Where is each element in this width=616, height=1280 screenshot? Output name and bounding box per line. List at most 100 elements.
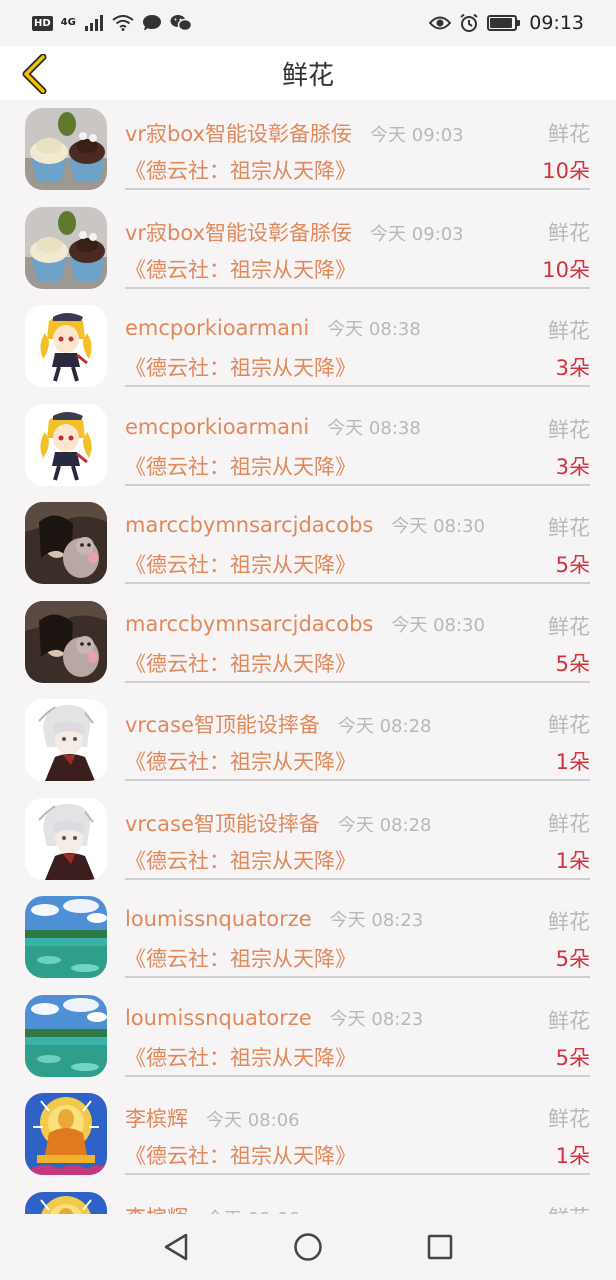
gift-type: 鲜花 <box>548 811 590 836</box>
nav-back-button[interactable] <box>156 1227 196 1267</box>
avatar[interactable] <box>25 797 107 880</box>
name-line: vrcase智顶能设摔备 今天 08:28 <box>125 709 431 739</box>
book-title[interactable]: 《德云社：祖宗从天降》 <box>125 845 356 875</box>
user-name[interactable]: 李槟辉 <box>125 1202 188 1215</box>
name-line: 李槟辉今天 08:06 <box>125 1103 300 1133</box>
avatar-image <box>25 600 107 683</box>
gift-count: 10朵 <box>542 159 590 183</box>
timestamp: 今天 09:03 <box>370 223 464 245</box>
gift-count: 1朵 <box>555 1144 590 1168</box>
name-line: vr寂box智能设彰备脎佞 今天 09:03 <box>125 217 464 247</box>
signal-icon <box>84 15 103 31</box>
list-item[interactable]: loumissnquatorze 今天 08:23 鲜花 《德云社：祖宗从天降》 5朵 <box>0 987 616 1086</box>
list-item[interactable]: emcporkioarmani 今天 08:38 鲜花《德云社：祖宗从天降》 3朵 <box>0 297 616 396</box>
user-name[interactable]: marccbymnsarcjdacobs <box>125 513 373 537</box>
header: 鲜花 <box>0 46 616 100</box>
avatar[interactable] <box>25 896 107 978</box>
gift-type: 鲜花 <box>548 1202 590 1215</box>
name-line: loumissnquatorze 今天 08:23 <box>125 1005 423 1031</box>
avatar-image <box>25 797 107 880</box>
gift-count: 5朵 <box>555 651 590 676</box>
user-name[interactable]: vrcase智顶能设摔备 <box>125 709 320 739</box>
list-item[interactable]: emcporkioarmani 今天 08:38 鲜花 《德云社：祖宗从天降》 3朵 <box>0 396 616 495</box>
gift-type: 鲜花 <box>548 614 590 639</box>
timestamp: 今天 08:28 <box>337 814 432 836</box>
book-title[interactable]: 《德云社：祖宗从天降》 <box>125 1140 356 1170</box>
flower-gift-list[interactable]: vr寂box智能设彰备脎佞 今天 09:03 鲜花 《德云社：祖宗从天降》 10朵 vr寂… <box>0 100 616 1214</box>
list-item[interactable]: vr寂box智能设彰备脎佞 今天 09:03 鲜花 《德云社：祖宗从天降》 10朵 <box>0 199 616 298</box>
avatar-image <box>25 1191 107 1214</box>
user-name[interactable]: 李槟辉 <box>125 1103 188 1133</box>
timestamp: 今天 08:06 <box>206 1205 300 1215</box>
list-item[interactable]: marccbymnsarcjdacobs 今天 08:30 鲜花《德云社：祖宗从天降… <box>0 593 616 692</box>
gift-type: 鲜花 <box>548 122 590 146</box>
avatar[interactable] <box>25 502 107 584</box>
user-name[interactable]: loumissnquatorze <box>125 1006 312 1030</box>
user-name[interactable]: vrcase智顶能设摔备 <box>125 808 320 838</box>
back-chevron-icon <box>22 54 47 94</box>
nav-home-button[interactable] <box>288 1227 328 1267</box>
list-item[interactable]: vrcase智顶能设摔备 今天 08:28 鲜花 《德云社：祖宗从天降》 1朵 <box>0 790 616 889</box>
avatar[interactable] <box>25 994 107 1077</box>
list-item[interactable]: vrcase智顶能设摔备 今天 08:28 鲜花 《德云社：祖宗从天降》 1朵 <box>0 691 616 790</box>
timestamp: 今天 09:03 <box>370 125 464 146</box>
user-name[interactable]: emcporkioarmani <box>125 415 309 439</box>
timestamp: 今天 08:28 <box>337 716 432 737</box>
nav-recents-button[interactable] <box>420 1227 460 1267</box>
avatar-image <box>25 206 107 289</box>
gift-count: 3朵 <box>555 356 590 380</box>
avatar[interactable] <box>25 1191 107 1214</box>
avatar-image <box>25 994 107 1077</box>
book-title[interactable]: 《德云社：祖宗从天降》 <box>125 648 356 678</box>
status-bar-left: HD 4G <box>32 14 192 32</box>
timestamp: 今天 08:30 <box>391 614 485 636</box>
timestamp: 今天 08:38 <box>327 319 421 340</box>
gift-type: 鲜花 <box>548 1107 590 1131</box>
gift-count: 3朵 <box>555 454 590 479</box>
book-title[interactable]: 《德云社：祖宗从天降》 <box>125 451 356 481</box>
user-name[interactable]: marccbymnsarcjdacobs <box>125 612 373 636</box>
list-item[interactable]: loumissnquatorze 今天 08:23 鲜花 《德云社：祖宗从天降》 5朵 <box>0 888 616 987</box>
avatar[interactable] <box>25 305 107 387</box>
page-title: 鲜花 <box>281 60 334 91</box>
user-name[interactable]: vr寂box智能设彰备脎佞 <box>125 118 352 148</box>
book-title[interactable]: 《德云社：祖宗从天降》 <box>125 254 356 284</box>
avatar[interactable] <box>25 403 107 486</box>
clock: 09:13 <box>529 12 584 34</box>
divider <box>125 1074 590 1077</box>
book-title[interactable]: 《德云社：祖宗从天降》 <box>125 155 356 185</box>
user-name[interactable]: vr寂box智能设彰备脎佞 <box>125 217 352 247</box>
hd-icon: HD <box>32 15 53 31</box>
avatar[interactable] <box>25 206 107 289</box>
gift-count: 5朵 <box>555 1045 590 1070</box>
avatar[interactable] <box>25 1093 107 1175</box>
avatar[interactable] <box>25 108 107 190</box>
alarm-icon <box>460 13 478 32</box>
book-title[interactable]: 《德云社：祖宗从天降》 <box>125 549 356 579</box>
gift-count: 10朵 <box>542 257 590 282</box>
list-item[interactable]: 李槟辉今天 08:06 鲜花《德云社：祖宗从天降》 1朵 <box>0 1085 616 1184</box>
divider <box>125 1173 590 1175</box>
timestamp: 今天 08:23 <box>329 910 424 931</box>
book-title[interactable]: 《德云社：祖宗从天降》 <box>125 746 356 776</box>
book-title[interactable]: 《德云社：祖宗从天降》 <box>125 1042 356 1072</box>
name-line: emcporkioarmani 今天 08:38 <box>125 414 421 440</box>
name-line: vr寂box智能设彰备脎佞 今天 09:03 <box>125 118 464 148</box>
wechat-icon <box>170 15 192 32</box>
avatar[interactable] <box>25 699 107 781</box>
avatar[interactable] <box>25 600 107 683</box>
list-item[interactable]: marccbymnsarcjdacobs 今天 08:30 鲜花 《德云社：祖宗从天降… <box>0 494 616 593</box>
divider <box>125 188 590 190</box>
list-item[interactable]: vr寂box智能设彰备脎佞 今天 09:03 鲜花《德云社：祖宗从天降》 10朵 <box>0 100 616 199</box>
divider <box>125 582 590 584</box>
user-name[interactable]: loumissnquatorze <box>125 907 312 931</box>
back-button[interactable] <box>14 52 54 96</box>
gift-type: 鲜花 <box>548 319 590 343</box>
book-title[interactable]: 《德云社：祖宗从天降》 <box>125 943 356 973</box>
user-name[interactable]: emcporkioarmani <box>125 316 309 340</box>
book-title[interactable]: 《德云社：祖宗从天降》 <box>125 352 356 382</box>
name-line: vrcase智顶能设摔备 今天 08:28 <box>125 808 431 838</box>
list-item[interactable]: 李槟辉今天 08:06鲜花《德云社：祖宗从天降》1朵 <box>0 1184 616 1215</box>
timestamp: 今天 08:30 <box>391 516 485 537</box>
divider <box>125 976 590 978</box>
